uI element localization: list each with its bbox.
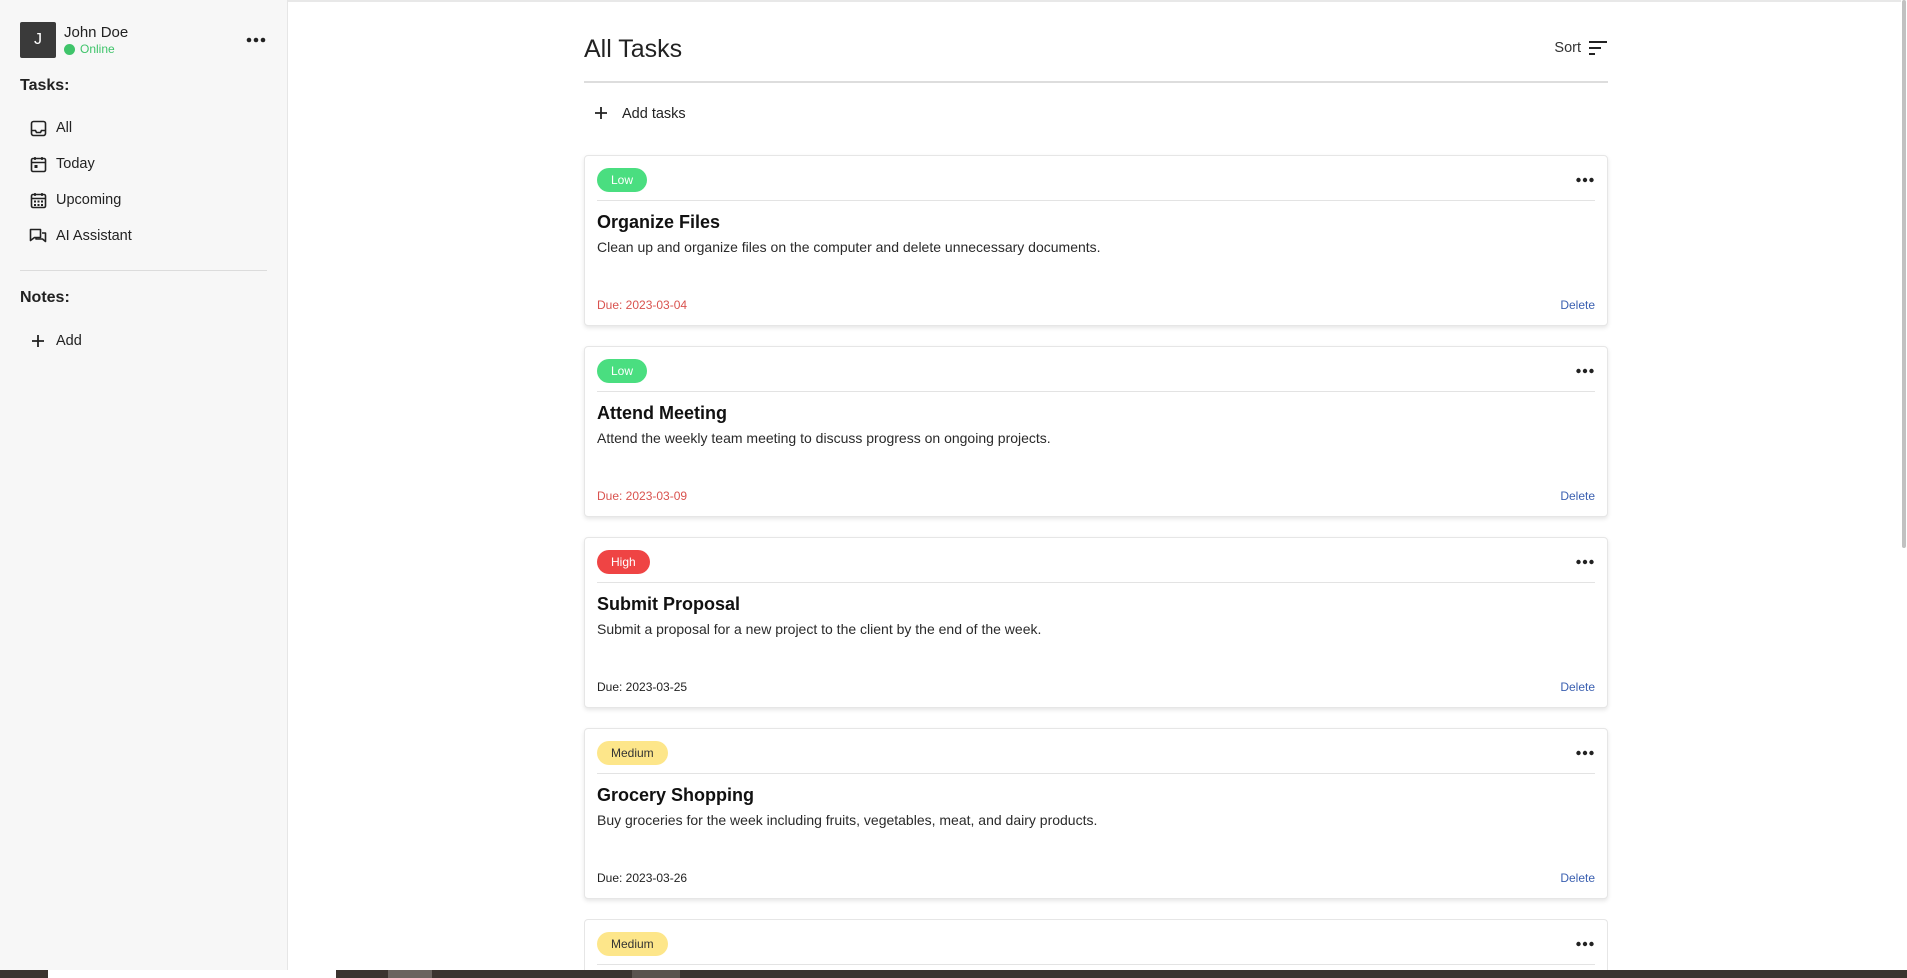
task-due-date: Due: 2023-03-09 bbox=[597, 489, 688, 503]
delete-task-link[interactable]: Delete bbox=[1560, 489, 1595, 503]
tasks-heading: Tasks: bbox=[20, 77, 70, 94]
page-title: All Tasks bbox=[584, 35, 683, 63]
sidebar-item-label: Today bbox=[56, 156, 95, 172]
sidebar-divider bbox=[20, 270, 267, 271]
chat-icon bbox=[29, 227, 47, 245]
sidebar-item-label: All bbox=[56, 120, 73, 136]
sidebar: J John Doe Online Tasks: All Today Upcom… bbox=[0, 0, 288, 978]
status-label: Online bbox=[80, 42, 115, 56]
card-divider bbox=[597, 391, 1595, 392]
task-card: Medium Grocery Shopping Buy groceries fo… bbox=[584, 728, 1608, 899]
more-options-icon[interactable] bbox=[1575, 362, 1595, 380]
notes-nav: Add bbox=[20, 323, 268, 359]
header-divider bbox=[584, 81, 1608, 83]
sidebar-item-label: AI Assistant bbox=[56, 228, 132, 244]
priority-badge: Low bbox=[597, 359, 648, 383]
priority-badge: High bbox=[597, 550, 650, 574]
card-divider bbox=[597, 773, 1595, 774]
sort-button[interactable]: Sort bbox=[1554, 40, 1608, 56]
task-title: Grocery Shopping bbox=[597, 785, 755, 805]
sort-label: Sort bbox=[1554, 40, 1581, 56]
avatar[interactable]: J bbox=[20, 22, 56, 58]
delete-task-link[interactable]: Delete bbox=[1560, 680, 1595, 694]
online-dot-icon bbox=[64, 43, 75, 55]
sidebar-item-upcoming[interactable]: Upcoming bbox=[20, 182, 268, 218]
taskbar-strip bbox=[0, 970, 1907, 978]
task-due-date: Due: 2023-03-26 bbox=[597, 871, 688, 885]
more-options-icon[interactable] bbox=[1575, 171, 1595, 189]
task-card: Low Organize Files Clean up and organize… bbox=[584, 155, 1608, 326]
taskbar-app[interactable] bbox=[632, 970, 680, 978]
calendar-day-icon bbox=[29, 155, 47, 173]
task-description: Clean up and organize files on the compu… bbox=[597, 239, 1101, 255]
taskbar-app[interactable] bbox=[388, 970, 432, 978]
tasks-nav: All Today Upcoming AI Assistant bbox=[20, 110, 268, 254]
task-title: Submit Proposal bbox=[597, 594, 741, 614]
add-note-button[interactable]: Add bbox=[20, 323, 268, 359]
task-title: Attend Meeting bbox=[597, 403, 727, 423]
priority-badge: Low bbox=[597, 168, 648, 192]
plus-icon bbox=[29, 332, 47, 350]
more-options-icon[interactable] bbox=[1575, 935, 1595, 953]
top-border bbox=[288, 0, 1907, 2]
sort-icon bbox=[1588, 40, 1608, 56]
card-divider bbox=[597, 200, 1595, 201]
delete-task-link[interactable]: Delete bbox=[1560, 298, 1595, 312]
add-note-label: Add bbox=[56, 333, 82, 349]
delete-task-link[interactable]: Delete bbox=[1560, 871, 1595, 885]
more-options-icon[interactable] bbox=[244, 30, 268, 50]
sidebar-item-all[interactable]: All bbox=[20, 110, 268, 146]
task-card: High Submit Proposal Submit a proposal f… bbox=[584, 537, 1608, 708]
add-tasks-label: Add tasks bbox=[622, 106, 686, 122]
plus-icon bbox=[594, 106, 610, 122]
task-description: Attend the weekly team meeting to discus… bbox=[597, 430, 1051, 446]
app-root: J John Doe Online Tasks: All Today Upcom… bbox=[0, 0, 1907, 978]
calendar-month-icon bbox=[29, 191, 47, 209]
inbox-icon bbox=[29, 119, 47, 137]
more-options-icon[interactable] bbox=[1575, 553, 1595, 571]
notes-heading: Notes: bbox=[20, 289, 70, 306]
taskbar-search[interactable] bbox=[48, 970, 336, 978]
scrollbar[interactable] bbox=[1901, 0, 1907, 978]
card-divider bbox=[597, 582, 1595, 583]
task-card: Low Attend Meeting Attend the weekly tea… bbox=[584, 346, 1608, 517]
add-tasks-button[interactable]: Add tasks bbox=[594, 106, 686, 122]
priority-badge: Medium bbox=[597, 741, 668, 765]
user-name: John Doe bbox=[64, 24, 129, 41]
status-indicator: Online bbox=[64, 42, 115, 56]
scrollbar-thumb[interactable] bbox=[1902, 0, 1906, 548]
more-options-icon[interactable] bbox=[1575, 744, 1595, 762]
priority-badge: Medium bbox=[597, 932, 668, 956]
sidebar-item-label: Upcoming bbox=[56, 192, 122, 208]
task-description: Buy groceries for the week including fru… bbox=[597, 812, 1098, 828]
task-due-date: Due: 2023-03-04 bbox=[597, 298, 688, 312]
user-profile: J John Doe Online bbox=[20, 22, 268, 58]
card-divider bbox=[597, 964, 1595, 965]
task-due-date: Due: 2023-03-25 bbox=[597, 680, 688, 694]
task-description: Submit a proposal for a new project to t… bbox=[597, 621, 1042, 637]
task-title: Organize Files bbox=[597, 212, 721, 232]
sidebar-item-ai-assistant[interactable]: AI Assistant bbox=[20, 218, 268, 254]
sidebar-item-today[interactable]: Today bbox=[20, 146, 268, 182]
